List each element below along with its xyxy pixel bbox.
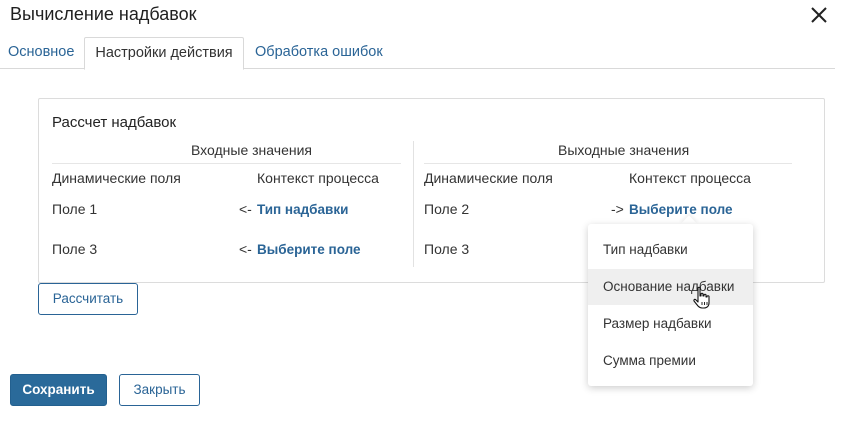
input-heading-divider — [52, 163, 401, 164]
output-fields-column-header: Динамические поля — [424, 170, 553, 186]
close-icon[interactable] — [806, 2, 832, 28]
input-context-column-header: Контекст процесса — [257, 170, 379, 186]
input-fields-column-header: Динамические поля — [52, 170, 181, 186]
tab-action-settings[interactable]: Настройки действия — [84, 37, 244, 70]
output-heading-divider — [424, 163, 792, 164]
column-divider — [413, 141, 414, 267]
input-row-2-field: Поле 3 — [52, 241, 98, 257]
output-row-2-field: Поле 3 — [424, 241, 470, 257]
dropdown-option-allowance-type[interactable]: Тип надбавки — [588, 232, 753, 268]
dropdown-option-allowance-basis[interactable]: Основание надбавки — [588, 269, 753, 305]
calculate-button[interactable]: Рассчитать — [38, 283, 138, 315]
dropdown-option-bonus-amount[interactable]: Сумма премии — [588, 343, 753, 379]
input-row-2-arrow: <- — [239, 241, 252, 257]
output-row-1-field: Поле 2 — [424, 201, 470, 217]
save-button[interactable]: Сохранить — [10, 374, 107, 406]
dropdown-option-allowance-size[interactable]: Размер надбавки — [588, 306, 753, 342]
tab-basic[interactable]: Основное — [8, 37, 74, 69]
hand-pointer-icon — [693, 286, 710, 309]
input-row-1-arrow: <- — [239, 201, 252, 217]
input-row-2-context-link[interactable]: Выберите поле — [257, 242, 361, 257]
output-row-1-arrow: -> — [611, 201, 624, 217]
output-context-column-header: Контекст процесса — [629, 170, 751, 186]
context-field-dropdown: Тип надбавки Основание надбавки Размер н… — [588, 224, 753, 386]
dialog-title: Вычисление надбавок — [10, 4, 197, 24]
output-values-heading: Выходные значения — [558, 142, 690, 158]
input-row-1-context-link[interactable]: Тип надбавки — [257, 202, 348, 217]
tab-error-handling[interactable]: Обработка ошибок — [255, 37, 383, 69]
close-button[interactable]: Закрыть — [119, 374, 200, 406]
input-values-heading: Входные значения — [191, 142, 312, 158]
tab-bar: Основное Настройки действия Обработка ош… — [0, 37, 835, 70]
panel-title: Рассчет надбавок — [52, 114, 177, 131]
output-row-1-context-link[interactable]: Выберите поле — [629, 202, 733, 217]
input-row-1-field: Поле 1 — [52, 201, 98, 217]
